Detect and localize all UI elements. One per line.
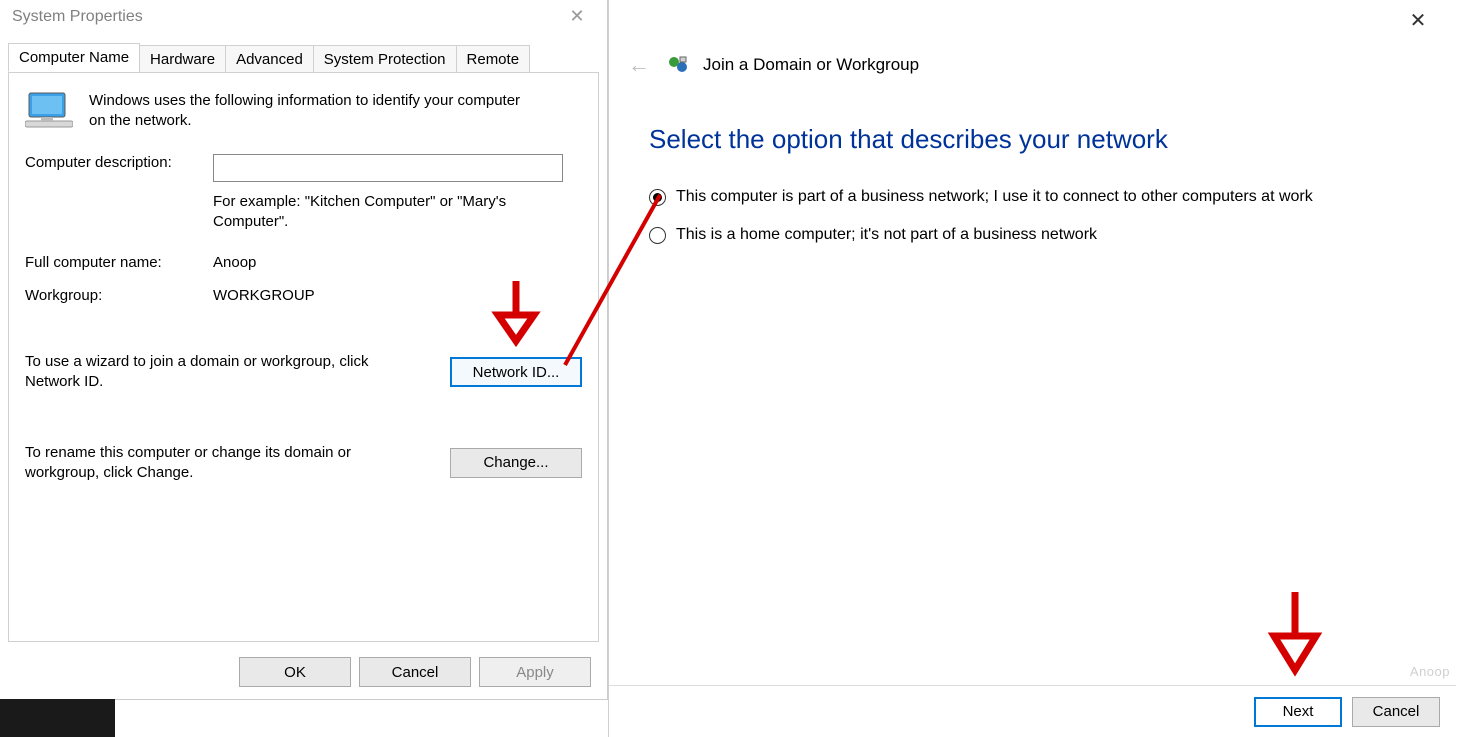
network-id-desc: To use a wizard to join a domain or work… [25, 352, 405, 393]
fullname-label: Full computer name: [25, 254, 213, 271]
computer-icon [25, 91, 73, 131]
radio-icon [649, 189, 666, 206]
taskbar-dark-segment [0, 699, 115, 737]
radio-business-network[interactable]: This computer is part of a business netw… [649, 185, 1369, 209]
close-icon[interactable]: ✕ [557, 6, 597, 27]
wizard-title: Join a Domain or Workgroup [703, 55, 919, 75]
description-label: Computer description: [25, 154, 213, 171]
radio-icon [649, 227, 666, 244]
description-hint: For example: "Kitchen Computer" or "Mary… [213, 192, 553, 233]
watermark-text: Anoop [1410, 664, 1450, 679]
change-desc: To rename this computer or change its do… [25, 443, 405, 484]
cancel-button[interactable]: Cancel [359, 657, 471, 687]
taskbar-strip [0, 699, 608, 737]
workgroup-label: Workgroup: [25, 287, 213, 304]
cancel-button[interactable]: Cancel [1352, 697, 1440, 727]
ok-button[interactable]: OK [239, 657, 351, 687]
dialog-title: System Properties [12, 8, 143, 26]
network-icon [667, 54, 689, 76]
back-icon[interactable]: ← [625, 52, 653, 78]
titlebar: System Properties ✕ [0, 0, 607, 33]
tab-computer-name[interactable]: Computer Name [8, 43, 140, 72]
system-properties-dialog: System Properties ✕ Computer Name Hardwa… [0, 0, 608, 700]
tab-advanced[interactable]: Advanced [225, 45, 314, 73]
radio-group: This computer is part of a business netw… [649, 185, 1369, 247]
close-icon[interactable]: ✕ [1398, 8, 1438, 33]
tab-body: Windows uses the following information t… [8, 72, 599, 642]
network-id-button[interactable]: Network ID... [450, 357, 582, 387]
join-domain-wizard: ✕ ← Join a Domain or Workgroup Select th… [608, 0, 1456, 737]
tab-system-protection[interactable]: System Protection [313, 45, 457, 73]
radio-label: This computer is part of a business netw… [676, 185, 1313, 209]
radio-home-computer[interactable]: This is a home computer; it's not part o… [649, 223, 1369, 247]
tab-hardware[interactable]: Hardware [139, 45, 226, 73]
intro-text: Windows uses the following information t… [89, 91, 529, 132]
apply-button[interactable]: Apply [479, 657, 591, 687]
tab-remote[interactable]: Remote [456, 45, 531, 73]
workgroup-value: WORKGROUP [213, 287, 315, 304]
wizard-footer: Next Cancel [609, 685, 1456, 737]
radio-label: This is a home computer; it's not part o… [676, 223, 1097, 247]
description-input[interactable] [213, 154, 563, 182]
tab-strip: Computer Name Hardware Advanced System P… [8, 43, 607, 72]
wizard-header: ← Join a Domain or Workgroup [609, 0, 1456, 78]
wizard-heading: Select the option that describes your ne… [649, 124, 1456, 155]
fullname-value: Anoop [213, 254, 256, 271]
change-button[interactable]: Change... [450, 448, 582, 478]
dialog-buttons: OK Cancel Apply [239, 657, 591, 687]
next-button[interactable]: Next [1254, 697, 1342, 727]
